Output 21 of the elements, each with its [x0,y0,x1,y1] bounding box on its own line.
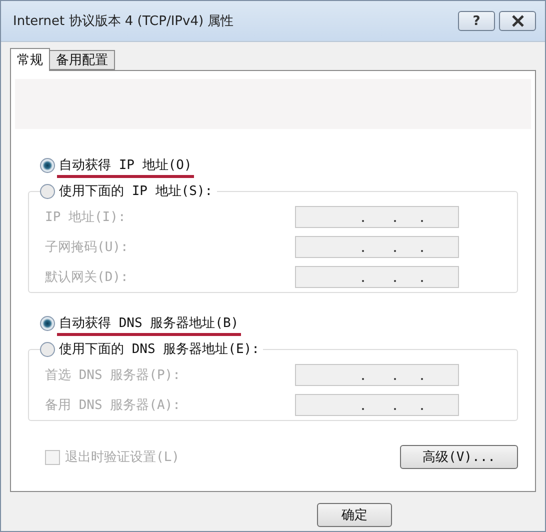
window-title: Internet 协议版本 4 (TCP/IPv4) 属性 [12,13,234,30]
tab[interactable]: 常规 [10,48,50,71]
close-button[interactable] [499,11,536,31]
close-icon [510,15,524,27]
ip-address-field[interactable] [295,364,459,386]
help-button[interactable]: ? [458,11,495,31]
radio-option[interactable]: 使用下面的 DNS 服务器地址(E): [40,340,264,358]
field-label: IP 地址(I): [45,209,126,226]
tab[interactable]: 备用配置 [49,50,115,70]
checkbox-label: 退出时验证设置(L) [65,449,180,466]
field-label: 备用 DNS 服务器(A): [45,397,180,414]
radio-option[interactable]: 使用下面的 IP 地址(S): [40,182,217,200]
advanced-button[interactable]: 高级(V)... [400,445,518,469]
ip-address-field[interactable] [295,394,459,416]
field-label: 默认网关(D): [45,269,128,286]
ip-address-field[interactable] [295,236,459,258]
ip-address-field[interactable] [295,206,459,228]
field-label: 子网掩码(U): [45,239,128,256]
ok-button[interactable]: 确定 [317,503,392,527]
ip-address-field[interactable] [295,266,459,288]
field-label: 首选 DNS 服务器(P): [45,367,180,384]
